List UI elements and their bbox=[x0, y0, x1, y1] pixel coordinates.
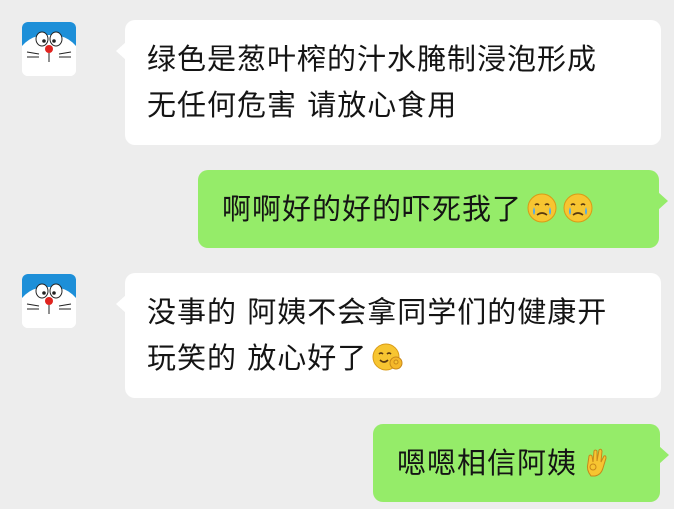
contact-avatar[interactable] bbox=[22, 274, 76, 328]
ok-hand-emoji-icon bbox=[581, 446, 613, 478]
outgoing-message-bubble[interactable]: 嗯嗯相信阿姨 bbox=[373, 424, 669, 502]
ok-hand-smile-emoji-icon bbox=[371, 341, 403, 373]
doraemon-icon bbox=[22, 22, 76, 76]
message-text-line: 没事的 阿姨不会拿同学们的健康开 bbox=[147, 295, 608, 329]
tearful-face-emoji-icon bbox=[526, 192, 558, 224]
message-text: 啊啊好的好的吓死我了 bbox=[222, 192, 523, 226]
outgoing-message-bubble[interactable]: 啊啊好的好的吓死我了 bbox=[198, 170, 668, 248]
message-text-line: 玩笑的 放心好了 bbox=[147, 341, 368, 375]
tearful-face-emoji-icon bbox=[562, 192, 594, 224]
contact-avatar[interactable] bbox=[22, 22, 76, 76]
incoming-message-bubble[interactable]: 没事的 阿姨不会拿同学们的健康开 玩笑的 放心好了 bbox=[116, 273, 661, 398]
message-text: 嗯嗯相信阿姨 bbox=[397, 446, 578, 480]
message-text-line: 绿色是葱叶榨的汁水腌制浸泡形成 bbox=[147, 42, 598, 76]
message-text-line: 无任何危害 请放心食用 bbox=[147, 88, 458, 122]
doraemon-icon bbox=[22, 274, 76, 328]
incoming-message-bubble[interactable]: 绿色是葱叶榨的汁水腌制浸泡形成 无任何危害 请放心食用 bbox=[116, 20, 661, 145]
